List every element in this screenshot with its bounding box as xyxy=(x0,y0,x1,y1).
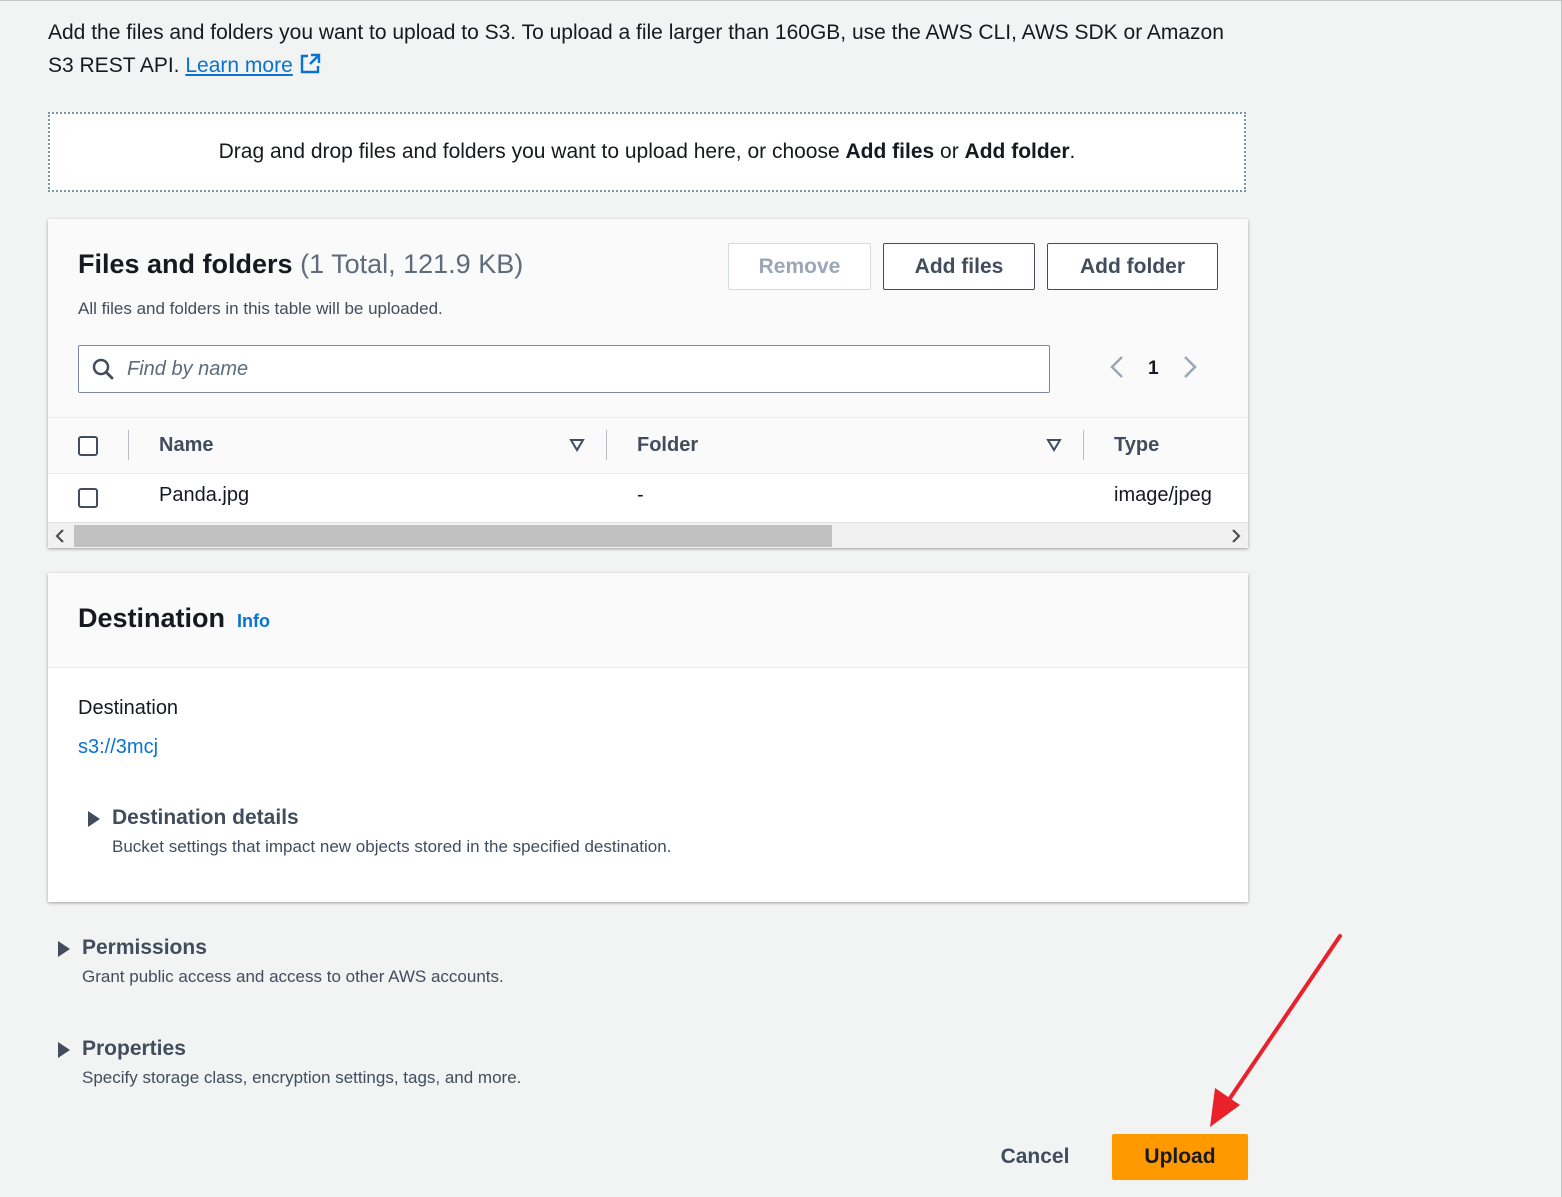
add-folder-button[interactable]: Add folder xyxy=(1047,243,1218,290)
remove-button[interactable]: Remove xyxy=(728,243,871,290)
sort-icon[interactable] xyxy=(1046,438,1062,457)
permissions-toggle[interactable]: Permissions xyxy=(82,936,207,960)
pagination: 1 xyxy=(1108,353,1199,385)
caret-right-icon[interactable] xyxy=(58,941,70,957)
destination-title: Destination xyxy=(78,603,226,633)
info-link[interactable]: Info xyxy=(237,611,270,632)
table-header: Name Folder Type xyxy=(48,417,1248,474)
files-panel-title: Files and folders (1 Total, 121.9 KB) xyxy=(78,249,524,279)
chevron-left-icon[interactable] xyxy=(1108,354,1126,385)
sort-icon[interactable] xyxy=(569,438,585,457)
row-type: image/jpeg xyxy=(1114,484,1212,506)
horizontal-scrollbar[interactable] xyxy=(48,522,1248,548)
column-type-header[interactable]: Type xyxy=(1114,434,1159,457)
table-row[interactable]: Panda.jpg - image/jpeg xyxy=(48,474,1248,522)
files-panel-description: All files and folders in this table will… xyxy=(78,299,443,318)
learn-more-link[interactable]: Learn more xyxy=(185,53,320,77)
row-folder: - xyxy=(637,484,644,506)
column-divider xyxy=(128,430,129,460)
destination-bucket-link[interactable]: s3://3mcj xyxy=(78,736,158,759)
external-link-icon xyxy=(299,52,321,85)
column-divider[interactable] xyxy=(1083,430,1084,460)
page-number[interactable]: 1 xyxy=(1148,358,1159,380)
properties-toggle[interactable]: Properties xyxy=(82,1037,186,1061)
row-checkbox[interactable] xyxy=(78,488,98,508)
add-files-button[interactable]: Add files xyxy=(883,243,1035,290)
top-border xyxy=(0,0,1562,1)
scrollbar-thumb[interactable] xyxy=(74,525,832,547)
intro-text: Add the files and folders you want to up… xyxy=(48,16,1248,85)
search-box[interactable] xyxy=(78,345,1050,393)
scroll-right-icon[interactable] xyxy=(1230,528,1242,549)
properties-description: Specify storage class, encryption settin… xyxy=(82,1068,522,1087)
search-input[interactable] xyxy=(125,356,1029,382)
column-name-header[interactable]: Name xyxy=(159,434,213,457)
annotation-arrow-icon xyxy=(1210,934,1342,1127)
destination-label: Destination xyxy=(78,697,179,719)
select-all-checkbox[interactable] xyxy=(78,436,98,456)
column-divider[interactable] xyxy=(606,430,607,460)
row-file-name: Panda.jpg xyxy=(159,484,250,506)
column-folder-header[interactable]: Folder xyxy=(637,434,698,457)
chevron-right-icon[interactable] xyxy=(1181,354,1199,385)
destination-details-description: Bucket settings that impact new objects … xyxy=(112,837,672,856)
permissions-description: Grant public access and access to other … xyxy=(82,967,504,986)
upload-dropzone[interactable]: Drag and drop files and folders you want… xyxy=(48,112,1246,192)
caret-right-icon[interactable] xyxy=(88,811,100,827)
files-and-folders-panel: Files and folders (1 Total, 121.9 KB) Al… xyxy=(48,219,1248,548)
caret-right-icon[interactable] xyxy=(58,1042,70,1058)
destination-details-toggle[interactable]: Destination details xyxy=(112,806,299,830)
dropzone-text: Drag and drop files and folders you want… xyxy=(218,140,1076,163)
destination-header: Destination Info xyxy=(48,573,1248,668)
files-count: (1 Total, 121.9 KB) xyxy=(300,249,524,279)
search-icon xyxy=(91,357,115,381)
destination-panel: Destination Info Destination s3://3mcj D… xyxy=(48,573,1248,902)
upload-button[interactable]: Upload xyxy=(1112,1134,1248,1180)
cancel-button[interactable]: Cancel xyxy=(990,1134,1080,1180)
scroll-left-icon[interactable] xyxy=(54,528,66,549)
